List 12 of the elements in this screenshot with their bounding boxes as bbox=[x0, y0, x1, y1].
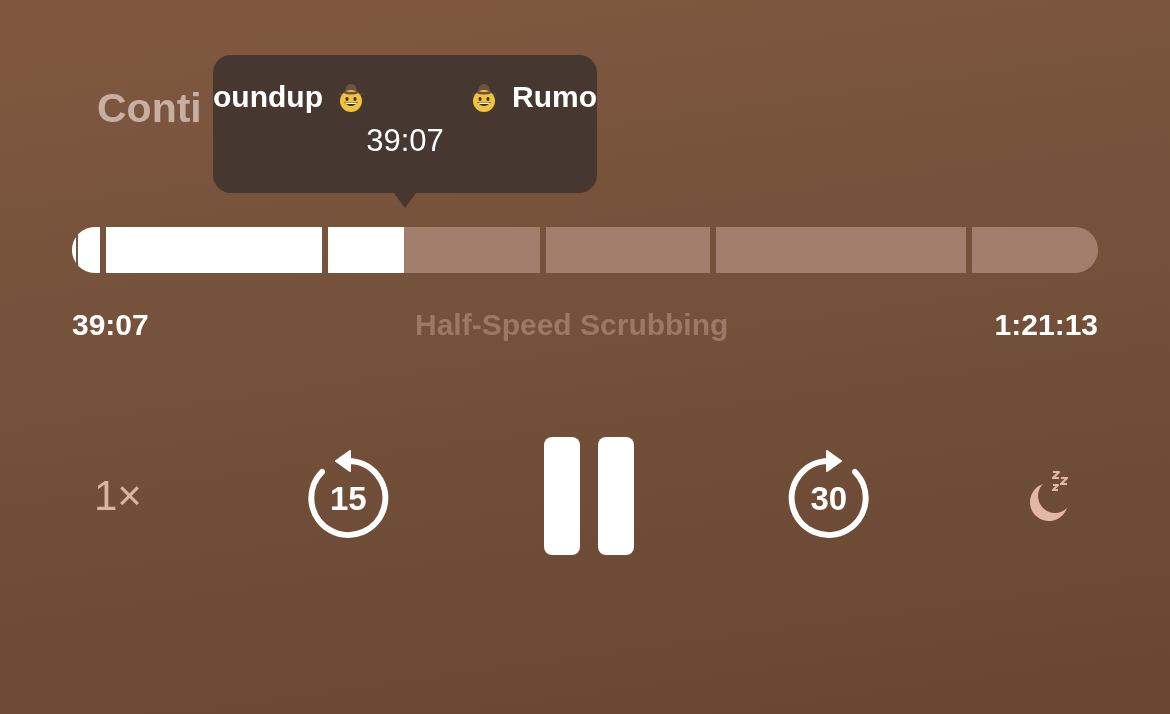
chapter-title: Rumo bbox=[512, 79, 597, 115]
scrubber-track[interactable] bbox=[72, 227, 1098, 273]
pause-icon bbox=[542, 436, 635, 556]
chapter-title: oundup bbox=[213, 79, 323, 115]
pause-button[interactable] bbox=[542, 436, 635, 556]
skip-forward-button[interactable]: 30 bbox=[783, 450, 874, 542]
tooltip-time: 39:07 bbox=[366, 123, 444, 159]
elapsed-time: 39:07 bbox=[72, 308, 149, 342]
remaining-time: 1:21:13 bbox=[994, 308, 1098, 342]
skip-back-button[interactable]: 15 bbox=[303, 450, 394, 542]
speed-button[interactable]: 1× bbox=[94, 472, 154, 520]
episode-title: Conti bbox=[97, 84, 202, 132]
